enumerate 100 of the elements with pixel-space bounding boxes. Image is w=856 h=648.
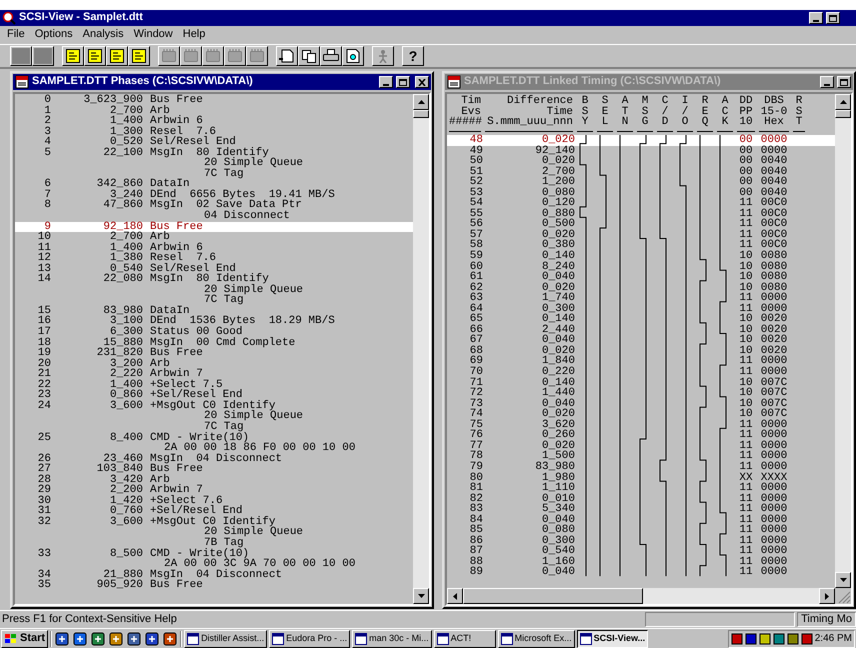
vertical-scrollbar[interactable] (413, 94, 429, 604)
scroll-up-button[interactable] (413, 94, 429, 110)
phase-row[interactable]: 4 0_520 Sel/Resel End (15, 137, 413, 148)
scroll-thumb[interactable] (835, 110, 851, 118)
timing-row[interactable]: 76 0_260 11 0000 (447, 430, 835, 441)
phase-row[interactable]: 10 2_700 Arb (15, 232, 413, 243)
timing-row[interactable]: 79 83_980 11 0000 (447, 462, 835, 472)
phase-row[interactable]: 17 6_300 Status 00 Good (15, 327, 413, 338)
timing-row[interactable]: 87 0_540 11 0000 (447, 546, 835, 557)
taskbar-button[interactable]: man 30c - Mi... (352, 630, 432, 648)
phase-row[interactable]: 33 8_500 CMD - Write(10) 2A 00 00 3C 9A 70 00 00 10 00 (15, 548, 413, 570)
toolbar-button[interactable] (32, 46, 54, 66)
timing-row[interactable]: 82 0_010 11 0000 (447, 494, 835, 504)
scroll-up-button[interactable] (835, 94, 851, 110)
timing-row[interactable]: 52 1_200 00 0040 (447, 177, 835, 188)
timing-row[interactable]: 61 0_040 10 0080 (447, 272, 835, 283)
phase-row[interactable]: 8 47_860 MsgIn 02 Save Data Ptr 04 Disconnect (15, 200, 413, 222)
phase-row[interactable]: 32 3_600 +MsgOut C0 Identify 20 Simple Queue 7B Tag (15, 516, 413, 549)
timing-row[interactable]: 48 0_020 00 0000 (447, 135, 835, 146)
phase-row[interactable]: 25 8_400 CMD - Write(10) 2A 00 00 18 86 F0 00 00 10 00 (15, 432, 413, 454)
timing-row[interactable]: 81 1_110 11 0000 (447, 483, 835, 494)
timing-row[interactable]: 80 1_980 XX XXXX (447, 472, 835, 484)
timing-row[interactable]: 77 0_020 11 0000 (447, 440, 835, 452)
timing-row[interactable]: 58 0_380 11 00C0 (447, 240, 835, 252)
timing-row[interactable]: 70 0_220 11 0000 (447, 367, 835, 378)
minimize-button[interactable] (820, 76, 834, 88)
phase-row[interactable]: 24 3_600 +MsgOut C0 Identify 20 Simple Queue 7C Tag (15, 400, 413, 432)
timing-row[interactable]: 50 0_020 00 0040 (447, 156, 835, 167)
phase-row[interactable]: 31 0_760 +Sel/Resel End (15, 506, 413, 517)
toolbar-button[interactable]: ? (402, 46, 424, 66)
timing-row[interactable]: 51 2_700 00 0040 (447, 166, 835, 178)
timing-row[interactable]: 86 0_300 11 0000 (447, 536, 835, 546)
phase-row[interactable]: 7 3_240 DEnd 6656 Bytes 19.41 MB/S (15, 190, 413, 200)
quick-launch-icon[interactable] (163, 632, 178, 646)
horizontal-scrollbar[interactable] (447, 588, 851, 604)
timing-row[interactable]: 55 0_880 11 00C0 (447, 208, 835, 220)
phase-row[interactable]: 28 3_420 Arb (15, 474, 413, 486)
close-button[interactable] (415, 76, 429, 88)
timing-row[interactable]: 64 0_300 11 0000 (447, 304, 835, 314)
timing-row[interactable]: 89 0_040 11 0000 (447, 567, 835, 578)
phase-row[interactable]: 12 1_380 Resel 7.6 (15, 253, 413, 264)
timing-row[interactable]: 88 1_160 11 0000 (447, 556, 835, 568)
phase-row[interactable]: 1 2_700 Arb (15, 106, 413, 116)
phase-row[interactable]: 2 1_400 Arbwin 6 (15, 116, 413, 127)
menu-item[interactable]: Window (128, 28, 178, 42)
timing-row[interactable]: 73 0_040 10 007C (447, 398, 835, 410)
vertical-scrollbar[interactable] (835, 94, 851, 588)
phase-row[interactable]: 27 103_840 Bus Free (15, 464, 413, 475)
timing-row[interactable]: 69 1_840 11 0000 (447, 356, 835, 368)
phase-row[interactable]: 21 2_220 Arbwin 7 (15, 369, 413, 380)
scroll-down-button[interactable] (413, 588, 429, 604)
timing-row[interactable]: 74 0_020 10 007C (447, 409, 835, 420)
menu-item[interactable]: Help (178, 28, 210, 42)
quick-launch-icon[interactable] (55, 632, 70, 646)
menu-item[interactable]: Options (30, 28, 78, 42)
phase-row[interactable]: 19 231_820 Bus Free (15, 348, 413, 359)
phase-row[interactable]: 23 0_860 +Sel/Resel End (15, 390, 413, 401)
phase-row[interactable]: 18 15_880 MsgIn 00 Cmd Complete (15, 338, 413, 348)
phase-row[interactable]: 3 1_300 Resel 7.6 (15, 126, 413, 138)
phase-row[interactable]: 6 342_860 DataIn (15, 179, 413, 190)
phase-row[interactable]: 9 92_180 Bus Free (15, 222, 413, 232)
timing-row[interactable]: 65 0_140 10 0020 (447, 314, 835, 325)
phase-row[interactable]: 20 3_200 Arb (15, 358, 413, 370)
phase-row[interactable]: 26 23_460 MsgIn 04 Disconnect (15, 454, 413, 464)
timing-row[interactable]: 68 0_020 10 0020 (447, 346, 835, 356)
taskbar-button[interactable]: Eudora Pro - ... (269, 630, 350, 648)
timing-row[interactable]: 75 3_620 11 0000 (447, 420, 835, 430)
maximize-button[interactable] (396, 76, 410, 88)
timing-row[interactable]: 54 0_120 11 00C0 (447, 198, 835, 209)
timing-row[interactable]: 63 1_740 11 0000 (447, 293, 835, 304)
toolbar-button[interactable] (84, 46, 106, 66)
scroll-left-button[interactable] (447, 588, 463, 604)
phase-row[interactable]: 13 0_540 Sel/Resel End (15, 264, 413, 274)
timing-row[interactable]: 71 0_140 10 007C (447, 378, 835, 388)
timing-row[interactable]: 83 5_340 11 0000 (447, 504, 835, 515)
scroll-right-button[interactable] (819, 588, 835, 604)
timing-row[interactable]: 59 0_140 10 0080 (447, 251, 835, 262)
scroll-thumb[interactable] (413, 110, 429, 118)
toolbar-button[interactable] (298, 46, 320, 66)
start-button[interactable]: Start (1, 630, 48, 648)
quick-launch-icon[interactable] (91, 632, 106, 646)
timing-row[interactable]: 60 8_240 10 0080 (447, 262, 835, 272)
timing-row[interactable]: 67 0_040 10 0020 (447, 335, 835, 346)
quick-launch-icon[interactable] (73, 632, 88, 646)
minimize-button[interactable] (809, 12, 823, 24)
scroll-down-button[interactable] (835, 572, 851, 588)
taskbar-button[interactable]: Microsoft Ex... (498, 630, 575, 648)
taskbar-button[interactable]: ACT! (434, 630, 496, 648)
phase-row[interactable]: 16 3_100 DEnd 1536 Bytes 18.29 MB/S (15, 316, 413, 328)
quick-launch-icon[interactable] (127, 632, 142, 646)
toolbar-button[interactable] (106, 46, 128, 66)
quick-launch-icon[interactable] (145, 632, 160, 646)
menu-item[interactable]: File (2, 28, 30, 42)
quick-launch-icon[interactable] (109, 632, 124, 646)
toolbar-button[interactable] (128, 46, 150, 66)
phase-row[interactable]: 29 2_200 Arbwin 7 (15, 485, 413, 496)
toolbar-button[interactable] (276, 46, 298, 66)
phase-row[interactable]: 30 1_420 +Select 7.6 (15, 496, 413, 506)
timing-row[interactable]: 84 0_040 11 0000 (447, 514, 835, 526)
toolbar-button[interactable] (62, 46, 84, 66)
